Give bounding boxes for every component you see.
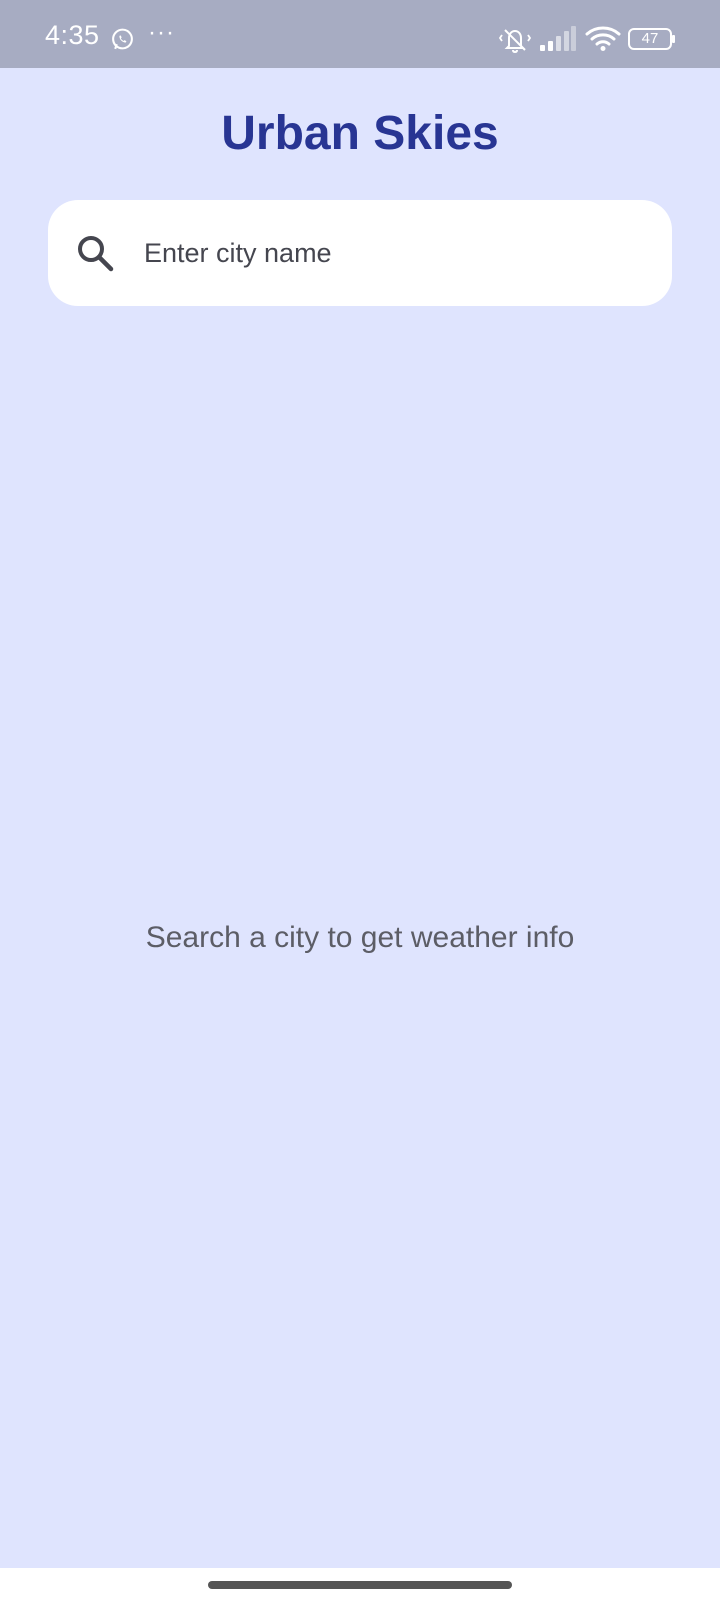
status-time: 4:35 (45, 20, 100, 50)
search-box[interactable] (48, 200, 672, 306)
cell-signal-icon (540, 26, 576, 51)
more-dots-icon: ··· (148, 19, 175, 46)
empty-state-message: Search a city to get weather info (145, 921, 575, 954)
city-search-input[interactable] (144, 226, 644, 280)
search-icon[interactable] (76, 234, 114, 272)
whatsapp-icon (112, 28, 133, 50)
status-bar: 4:35 ··· 47 (0, 0, 720, 68)
app-title: Urban Skies (221, 107, 499, 160)
wifi-icon (585, 26, 621, 51)
battery-level: 47 (641, 30, 659, 47)
home-indicator[interactable] (208, 1581, 512, 1589)
app-screen: 4:35 ··· 47 Urban Skies Enter city name … (0, 0, 720, 1600)
vibrate-mute-icon (498, 29, 532, 54)
